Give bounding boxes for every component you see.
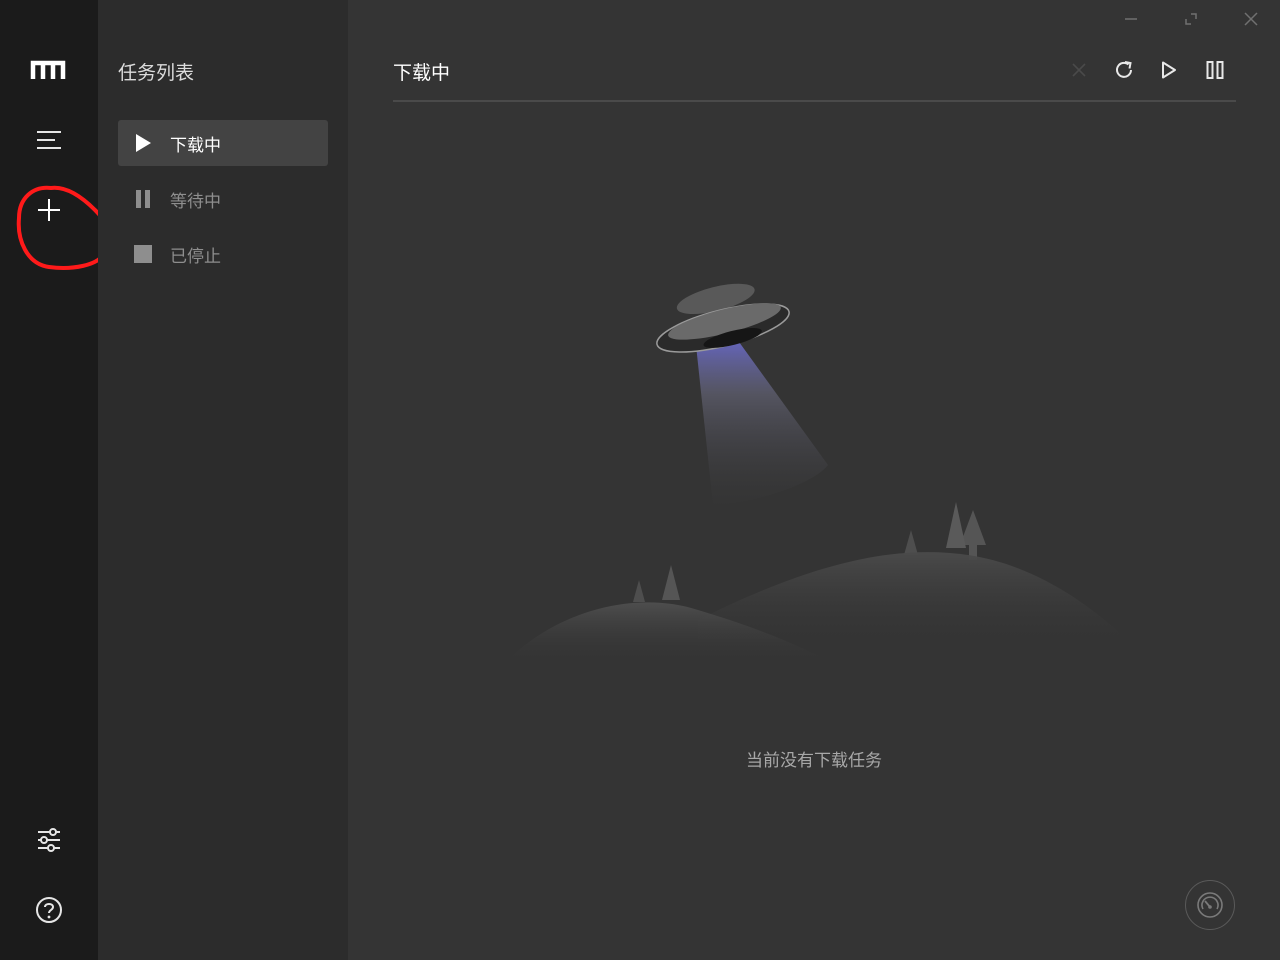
nav-item-waiting[interactable]: 等待中 — [118, 176, 328, 222]
pause-icon — [132, 188, 154, 210]
app-logo — [24, 50, 74, 90]
nav-item-stopped[interactable]: 已停止 — [118, 231, 328, 277]
refresh-button[interactable] — [1109, 55, 1139, 85]
panel-title: 任务列表 — [118, 62, 195, 84]
empty-state-message: 当前没有下载任务 — [746, 751, 882, 771]
pause-outline-icon — [1206, 61, 1224, 79]
window-close-button[interactable] — [1236, 6, 1266, 32]
app-window: 任务列表 下载中 等待中 已停止 下载中 当前没有下载任务 — [0, 0, 1280, 960]
page-title: 下载中 — [393, 62, 451, 84]
resume-all-button[interactable] — [1154, 55, 1184, 85]
add-task-button[interactable] — [24, 190, 74, 230]
nav-item-label: 下载中 — [170, 135, 221, 156]
play-outline-icon — [1162, 61, 1176, 79]
refresh-icon — [1116, 61, 1132, 78]
menu-button[interactable] — [24, 120, 74, 160]
plus-icon — [38, 199, 60, 221]
question-circle-icon — [36, 897, 62, 923]
settings-button[interactable] — [24, 820, 74, 860]
help-button[interactable] — [24, 890, 74, 930]
speedometer-icon — [1197, 892, 1223, 918]
nav-item-downloading[interactable]: 下载中 — [118, 120, 328, 166]
restore-button[interactable] — [1176, 6, 1206, 32]
minimize-icon — [1125, 18, 1137, 20]
main-content: 下载中 当前没有下载任务 — [348, 0, 1280, 960]
task-list-panel: 任务列表 下载中 等待中 已停止 — [98, 0, 348, 960]
menu-icon — [37, 131, 61, 149]
stop-icon — [132, 243, 154, 265]
delete-task-button[interactable] — [1064, 55, 1094, 85]
play-icon — [132, 132, 154, 154]
close-icon — [1072, 63, 1086, 77]
restore-icon — [1185, 13, 1197, 25]
header-divider — [393, 100, 1236, 102]
pause-all-button[interactable] — [1200, 55, 1230, 85]
ufo-illustration — [508, 283, 1138, 665]
nav-item-label: 已停止 — [170, 246, 221, 267]
minimize-button[interactable] — [1116, 6, 1146, 32]
speedometer-button[interactable] — [1185, 880, 1235, 930]
sidebar-rail — [0, 0, 110, 960]
sliders-icon — [38, 828, 60, 852]
motrix-logo-icon — [30, 60, 66, 79]
close-icon — [1244, 12, 1258, 26]
nav-item-label: 等待中 — [170, 191, 221, 212]
